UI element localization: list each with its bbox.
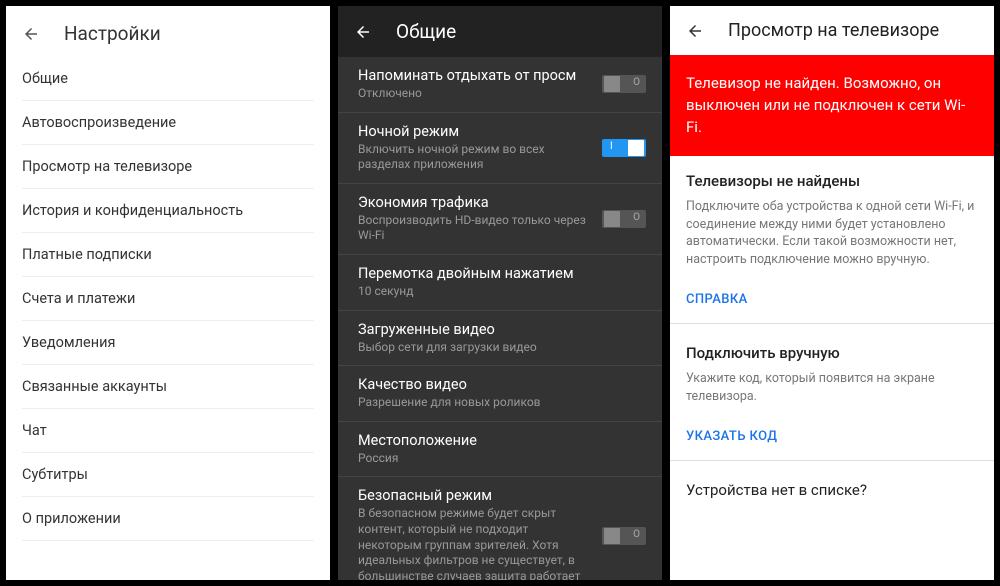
back-icon[interactable]: [686, 22, 704, 40]
general-item[interactable]: Ночной режим Включить ночной режим во все…: [338, 113, 662, 184]
settings-item[interactable]: Уведомления: [22, 321, 314, 365]
general-item[interactable]: Местоположение Россия: [338, 422, 662, 478]
settings-panel: Настройки ОбщиеАвтовоспроизведениеПросмо…: [6, 6, 330, 580]
settings-item[interactable]: Счета и платежи: [22, 277, 314, 321]
section-desc: Подключите оба устройства к одной сети W…: [686, 198, 978, 268]
general-panel: Общие Напоминать отдыхать от просм Отключ…: [338, 6, 662, 580]
toggle-switch[interactable]: O: [602, 210, 646, 228]
enter-code-link[interactable]: УКАЗАТЬ КОД: [670, 415, 994, 456]
back-icon[interactable]: [22, 25, 40, 43]
settings-item[interactable]: Связанные аккаунты: [22, 365, 314, 409]
general-item[interactable]: Перемотка двойным нажатием 10 секунд: [338, 255, 662, 311]
settings-item[interactable]: Общие: [22, 57, 314, 101]
error-banner: Телевизор не найден. Возможно, он выключ…: [670, 55, 994, 156]
settings-item[interactable]: Субтитры: [22, 453, 314, 497]
item-subtitle: 10 секунд: [358, 284, 646, 300]
item-label: Напоминать отдыхать от просм: [358, 67, 592, 84]
general-item[interactable]: Загруженные видео Выбор сети для загрузки…: [338, 311, 662, 367]
item-subtitle: Включить ночной режим во всех разделах п…: [358, 142, 592, 173]
item-subtitle: Воспроизводить HD-видео только через Wi-…: [358, 213, 592, 244]
settings-item[interactable]: Автовоспроизведение: [22, 101, 314, 145]
item-subtitle: Разрешение для новых роликов: [358, 395, 646, 411]
section-heading: Телевизоры не найдены: [686, 172, 978, 190]
item-subtitle: Россия: [358, 451, 646, 467]
section-heading: Подключить вручную: [686, 344, 978, 362]
settings-item[interactable]: Просмотр на телевизоре: [22, 145, 314, 189]
manual-connect-section: Подключить вручную Укажите код, который …: [670, 328, 994, 415]
divider: [670, 460, 994, 461]
tv-not-found-section: Телевизоры не найдены Подключите оба уст…: [670, 156, 994, 278]
settings-item[interactable]: О приложении: [22, 497, 314, 541]
device-not-listed[interactable]: Устройства нет в списке?: [670, 465, 994, 515]
cast-header: Просмотр на телевизоре: [670, 6, 994, 55]
item-subtitle: Выбор сети для загрузки видео: [358, 340, 646, 356]
page-title: Настройки: [64, 22, 161, 45]
back-icon[interactable]: [354, 23, 372, 41]
settings-list: ОбщиеАвтовоспроизведениеПросмотр на теле…: [6, 57, 330, 541]
section-desc: Укажите код, который появится на экране …: [686, 370, 978, 405]
item-label: Безопасный режим: [358, 487, 592, 504]
general-header: Общие: [338, 6, 662, 57]
item-subtitle: Отключено: [358, 86, 592, 102]
general-item[interactable]: Безопасный режим В безопасном режиме буде…: [338, 477, 662, 580]
toggle-switch[interactable]: O: [602, 527, 646, 545]
settings-item[interactable]: Платные подписки: [22, 233, 314, 277]
item-label: Экономия трафика: [358, 194, 592, 211]
item-subtitle: В безопасном режиме будет скрыт контент,…: [358, 506, 592, 580]
page-title: Общие: [396, 20, 456, 43]
general-item[interactable]: Экономия трафика Воспроизводить HD-видео …: [338, 184, 662, 255]
settings-item[interactable]: Чат: [22, 409, 314, 453]
item-label: Ночной режим: [358, 123, 592, 140]
item-label: Перемотка двойным нажатием: [358, 265, 646, 282]
settings-header: Настройки: [6, 6, 330, 57]
general-item[interactable]: Напоминать отдыхать от просм Отключено O: [338, 57, 662, 113]
help-link[interactable]: СПРАВКА: [670, 278, 994, 319]
page-title: Просмотр на телевизоре: [728, 20, 939, 41]
item-label: Качество видео: [358, 376, 646, 393]
item-label: Загруженные видео: [358, 321, 646, 338]
toggle-switch[interactable]: O: [602, 75, 646, 93]
general-list: Напоминать отдыхать от просм Отключено O Но…: [338, 57, 662, 580]
settings-item[interactable]: История и конфиденциальность: [22, 189, 314, 233]
general-item[interactable]: Качество видео Разрешение для новых ролик…: [338, 366, 662, 422]
cast-panel: Просмотр на телевизоре Телевизор не найд…: [670, 6, 994, 580]
item-label: Местоположение: [358, 432, 646, 449]
divider: [670, 323, 994, 324]
toggle-switch[interactable]: I: [602, 139, 646, 157]
